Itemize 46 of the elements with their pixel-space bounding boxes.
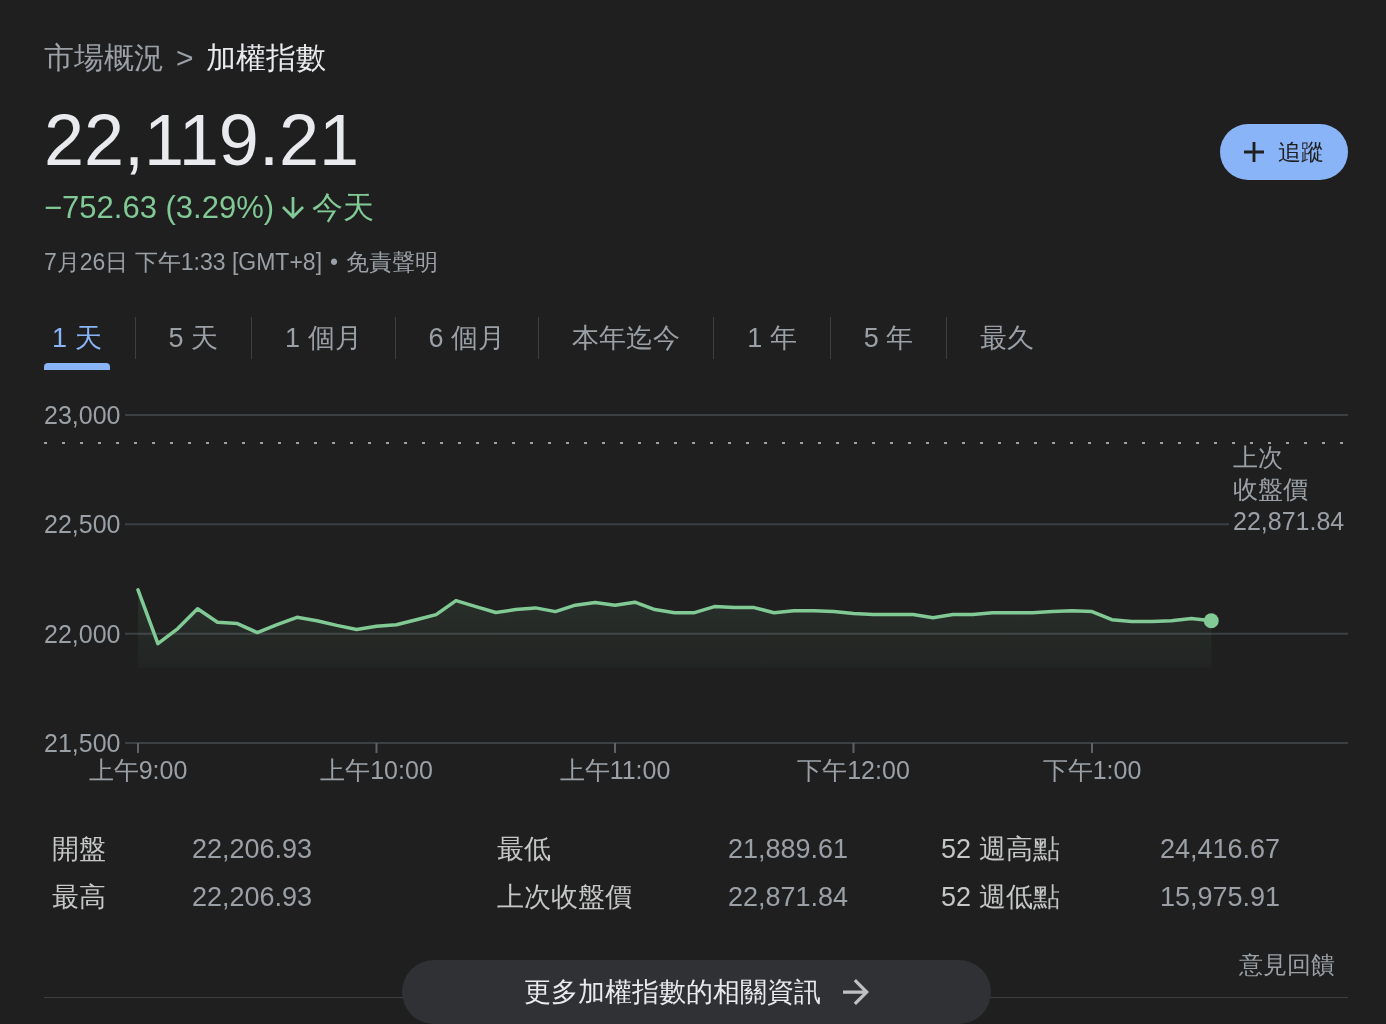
stat-label: 52 週低點 <box>941 881 1060 914</box>
range-tab[interactable]: 5 年 <box>855 305 922 370</box>
stat-label: 上次收盤價 <box>497 881 632 914</box>
range-tab[interactable]: 5 天 <box>160 305 227 370</box>
x-axis-label: 下午12:00 <box>797 756 910 784</box>
arrow-right-icon <box>842 979 869 1005</box>
stat-value: 22,206.93 <box>192 833 313 866</box>
x-axis-label: 下午1:00 <box>1042 756 1142 784</box>
x-axis-label: 上午11:00 <box>559 756 671 784</box>
feedback-link[interactable]: 意見回饋 <box>1239 952 1335 978</box>
y-axis-label: 22,500 <box>44 510 121 539</box>
x-axis-label: 上午10:00 <box>320 756 433 784</box>
follow-button[interactable]: 追蹤 <box>1220 124 1348 180</box>
price-change: −752.63 (3.29%) <box>44 189 275 227</box>
previous-close-label: 上次收盤價 <box>1233 442 1309 505</box>
breadcrumb-separator: > <box>176 40 194 76</box>
breadcrumb-link[interactable]: 市場概況 <box>44 38 164 78</box>
range-tab[interactable]: 1 個月 <box>277 305 370 370</box>
previous-close-value: 22,871.84 <box>1233 507 1345 535</box>
range-tab[interactable]: 6 個月 <box>420 305 514 370</box>
range-tab[interactable]: 最久 <box>972 305 1043 370</box>
timestamp: 7月26日 下午1:33 [GMT+8] <box>44 248 323 277</box>
stat-value: 21,889.61 <box>728 833 849 866</box>
stat-label: 52 週高點 <box>941 833 1060 866</box>
stat-value: 22,206.93 <box>192 881 313 914</box>
more-info-button[interactable]: 更多加權指數的相關資訊 <box>401 960 991 1024</box>
range-tab[interactable]: 1 年 <box>739 305 805 370</box>
stat-label: 最高 <box>52 881 106 914</box>
y-axis-label: 21,500 <box>44 729 121 757</box>
page-title: 加權指數 <box>205 40 326 76</box>
plus-icon <box>1244 142 1264 162</box>
disclaimer-link[interactable]: 免責聲明 <box>346 247 439 277</box>
range-tab[interactable]: 本年迄今 <box>564 305 689 370</box>
y-axis-label: 22,000 <box>44 619 121 648</box>
y-axis-label: 23,000 <box>44 401 121 429</box>
x-axis-label: 上午9:00 <box>88 756 188 784</box>
stat-label: 最低 <box>497 833 551 866</box>
stat-value: 22,871.84 <box>728 881 849 914</box>
separator-dot: • <box>330 248 339 277</box>
range-tab[interactable]: 1 天 <box>44 305 110 370</box>
stat-label: 開盤 <box>52 833 106 866</box>
index-price: 22,119.21 <box>44 100 360 180</box>
stat-value: 24,416.67 <box>1160 833 1281 866</box>
period-label: 今天 <box>312 189 375 227</box>
stat-value: 15,975.91 <box>1160 881 1281 914</box>
last-point-icon <box>1203 613 1219 629</box>
